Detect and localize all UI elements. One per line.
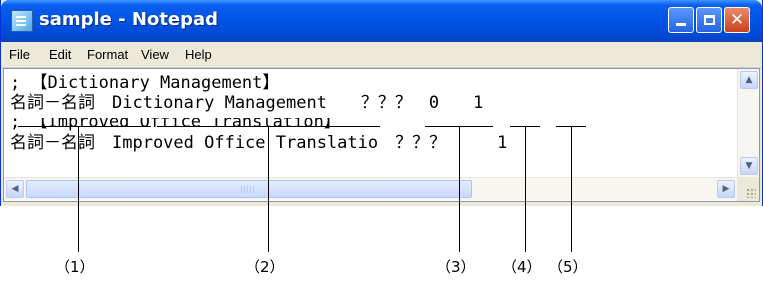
close-button[interactable]: ✕ [724, 7, 750, 33]
callout-leader [268, 126, 269, 252]
text-editor[interactable]: ; 【Dictionary Management】 名詞－名詞 Dictiona… [3, 68, 760, 202]
callout-label-3: （3） [436, 258, 476, 276]
callout-leader [459, 126, 460, 252]
editor-line: ; 【Dictionary Management】 [10, 73, 280, 93]
minimize-button[interactable] [668, 7, 694, 33]
maximize-icon [703, 15, 715, 25]
notepad-window: sample - Notepad ✕ File Edit Format View… [0, 0, 763, 206]
callout-leader [571, 126, 572, 252]
notepad-icon[interactable] [11, 10, 33, 32]
thumb-grip [241, 186, 255, 193]
menu-view[interactable]: View [141, 47, 169, 62]
editor-line: 名詞－名詞 Dictionary Management ？？？ 0 1 [10, 93, 484, 113]
callout-leader [78, 126, 79, 252]
title-bar[interactable]: sample - Notepad ✕ [1, 0, 762, 42]
resize-grip-icon[interactable] [737, 177, 759, 201]
scroll-right-icon[interactable]: ▶ [717, 180, 735, 198]
editor-line: 名詞－名詞 Improved Office Translatio ？？？ 1 [10, 133, 508, 153]
callout-underline [18, 126, 151, 127]
horizontal-scroll-thumb[interactable] [26, 180, 472, 198]
menu-help[interactable]: Help [185, 47, 212, 62]
callout-label-5: （5） [548, 258, 588, 276]
menu-edit[interactable]: Edit [49, 47, 71, 62]
menu-bar: File Edit Format View Help [1, 42, 762, 68]
menu-format[interactable]: Format [87, 47, 128, 62]
callout-label-2: （2） [245, 258, 285, 276]
editor-line: ; 【Improved Office Translation】 [10, 112, 341, 132]
close-icon: ✕ [729, 10, 745, 30]
vertical-scrollbar[interactable]: ▲ ▼ [737, 69, 759, 177]
maximize-button[interactable] [696, 7, 722, 33]
scroll-down-icon[interactable]: ▼ [740, 157, 758, 175]
horizontal-scrollbar[interactable]: ◀ ▶ [4, 177, 737, 200]
menu-file[interactable]: File [9, 47, 30, 62]
callout-label-4: （4） [502, 258, 542, 276]
minimize-icon [676, 23, 686, 26]
window-title: sample - Notepad [39, 9, 219, 30]
callout-leader [525, 126, 526, 252]
scroll-left-icon[interactable]: ◀ [6, 180, 24, 198]
callout-label-1: （1） [55, 258, 95, 276]
scroll-up-icon[interactable]: ▲ [740, 71, 758, 89]
